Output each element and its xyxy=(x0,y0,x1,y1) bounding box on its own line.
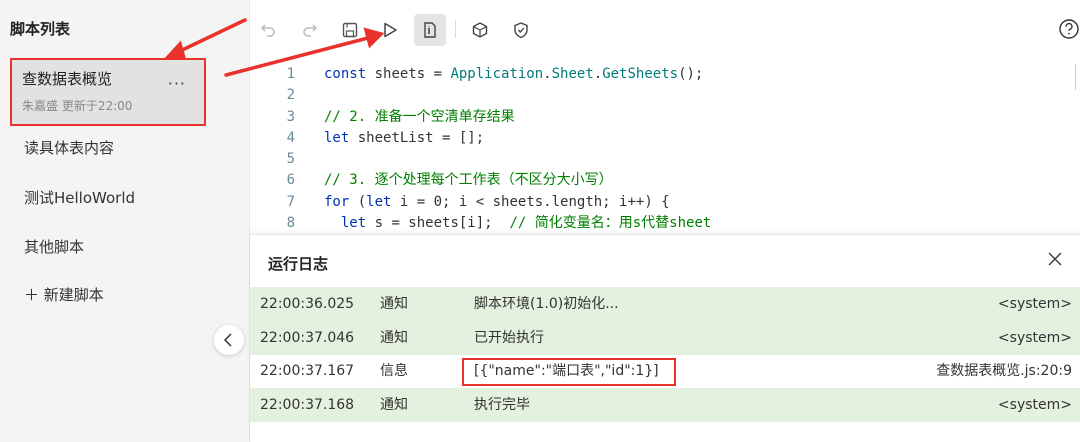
undo-button[interactable] xyxy=(252,14,284,46)
line-number: 6 xyxy=(286,172,295,189)
line-number: 2 xyxy=(286,87,295,104)
log-message: 已开始执行 xyxy=(474,330,544,346)
line-number: 3 xyxy=(286,108,295,125)
code-text: for (let i = 0; i < sheets.length; i++) … xyxy=(324,193,670,210)
log-message: 脚本环境(1.0)初始化... xyxy=(474,296,619,312)
code-text: let s = sheets[i]; // 简化变量名：用s代替sheet xyxy=(340,215,712,232)
log-message: 执行完毕 xyxy=(474,397,530,413)
help-icon xyxy=(1059,19,1079,39)
log-source[interactable]: <system> xyxy=(998,321,1072,355)
chevron-left-icon xyxy=(223,333,232,347)
code-line[interactable]: 2 xyxy=(250,85,1080,106)
code-text: // 3. 逐个处理每个工作表（不区分大小写） xyxy=(324,172,613,189)
line-number: 1 xyxy=(286,66,295,82)
script-sidebar: 脚本列表 查数据表概览 朱嘉盛 更新于22:00 ··· 读具体表内容 测试He… xyxy=(0,0,250,442)
line-number: 4 xyxy=(286,129,295,146)
code-line[interactable]: 8 let s = sheets[i]; // 简化变量名：用s代替sheet xyxy=(250,213,1080,234)
editor-scrollbar[interactable] xyxy=(1075,64,1076,90)
new-script-button[interactable]: ＋ 新建脚本 xyxy=(24,284,104,305)
close-icon xyxy=(1048,252,1062,266)
log-source[interactable]: <system> xyxy=(998,388,1072,422)
script-item[interactable]: 读具体表内容 xyxy=(10,133,206,163)
line-number: 7 xyxy=(286,193,295,210)
script-item[interactable]: 其他脚本 xyxy=(10,232,206,262)
shield-icon xyxy=(514,22,528,39)
help-button[interactable] xyxy=(1058,18,1080,44)
log-level: 通知 xyxy=(380,330,408,346)
run-log-panel: 运行日志 22:00:36.025 通知 脚本环境(1.0)初始化... <syste… xyxy=(250,234,1080,442)
package-button[interactable] xyxy=(464,14,496,46)
highlight-box xyxy=(462,358,676,386)
log-level: 通知 xyxy=(380,296,408,312)
save-icon xyxy=(342,22,358,38)
script-meta: 朱嘉盛 更新于22:00 xyxy=(22,99,133,113)
code-text: const sheets = Application.Sheet.GetShee… xyxy=(324,66,704,82)
log-row: 22:00:37.167 信息 [{"name":"端口表","id":1}] 查数据… xyxy=(250,354,1080,388)
code-line[interactable]: 5 xyxy=(250,149,1080,170)
collapse-sidebar-button[interactable] xyxy=(214,325,244,355)
package-icon xyxy=(472,22,488,38)
editor-toolbar xyxy=(250,0,1080,60)
log-time: 22:00:37.168 xyxy=(260,397,355,413)
code-line[interactable]: 1 const sheets = Application.Sheet.GetShe… xyxy=(250,64,1080,85)
redo-icon xyxy=(303,24,318,37)
run-button[interactable] xyxy=(374,14,406,46)
log-row: 22:00:37.046 通知 已开始执行 <system> xyxy=(250,321,1080,355)
log-time: 22:00:37.167 xyxy=(260,363,355,379)
line-number: 8 xyxy=(286,215,295,232)
code-line[interactable]: 3 // 2. 准备一个空清单存结果 xyxy=(250,107,1080,128)
log-row: 22:00:37.168 通知 执行完毕 <system> xyxy=(250,388,1080,422)
permission-button[interactable] xyxy=(505,14,537,46)
log-time: 22:00:37.046 xyxy=(260,330,355,346)
log-source[interactable]: 查数据表概览.js:20:9 xyxy=(936,354,1072,388)
toolbar-divider xyxy=(455,20,456,38)
log-level: 通知 xyxy=(380,397,408,413)
script-item-active[interactable]: 查数据表概览 朱嘉盛 更新于22:00 ··· xyxy=(10,58,206,126)
run-icon xyxy=(384,22,397,38)
log-level: 信息 xyxy=(380,363,408,379)
redo-button[interactable] xyxy=(294,14,326,46)
close-log-button[interactable] xyxy=(1048,251,1062,270)
more-icon[interactable]: ··· xyxy=(168,74,186,93)
code-line[interactable]: 6 // 3. 逐个处理每个工作表（不区分大小写） xyxy=(250,170,1080,191)
sidebar-title: 脚本列表 xyxy=(10,20,71,38)
log-time: 22:00:36.025 xyxy=(260,296,355,312)
log-title: 运行日志 xyxy=(268,255,329,273)
code-line[interactable]: 4 let sheetList = []; xyxy=(250,128,1080,149)
code-editor[interactable]: 1 const sheets = Application.Sheet.GetShe… xyxy=(250,64,1080,234)
undo-icon xyxy=(260,24,275,37)
code-text: // 2. 准备一个空清单存结果 xyxy=(324,108,515,125)
code-text: let sheetList = []; xyxy=(324,129,485,146)
code-line[interactable]: 7 for (let i = 0; i < sheets.length; i++)… xyxy=(250,192,1080,213)
log-source[interactable]: <system> xyxy=(998,287,1072,321)
log-row: 22:00:36.025 通知 脚本环境(1.0)初始化... <system> xyxy=(250,287,1080,321)
script-item[interactable]: 测试HelloWorld xyxy=(10,183,206,213)
line-number: 5 xyxy=(286,151,295,168)
debug-button[interactable] xyxy=(414,14,446,46)
debug-icon xyxy=(424,22,436,38)
save-button[interactable] xyxy=(334,14,366,46)
